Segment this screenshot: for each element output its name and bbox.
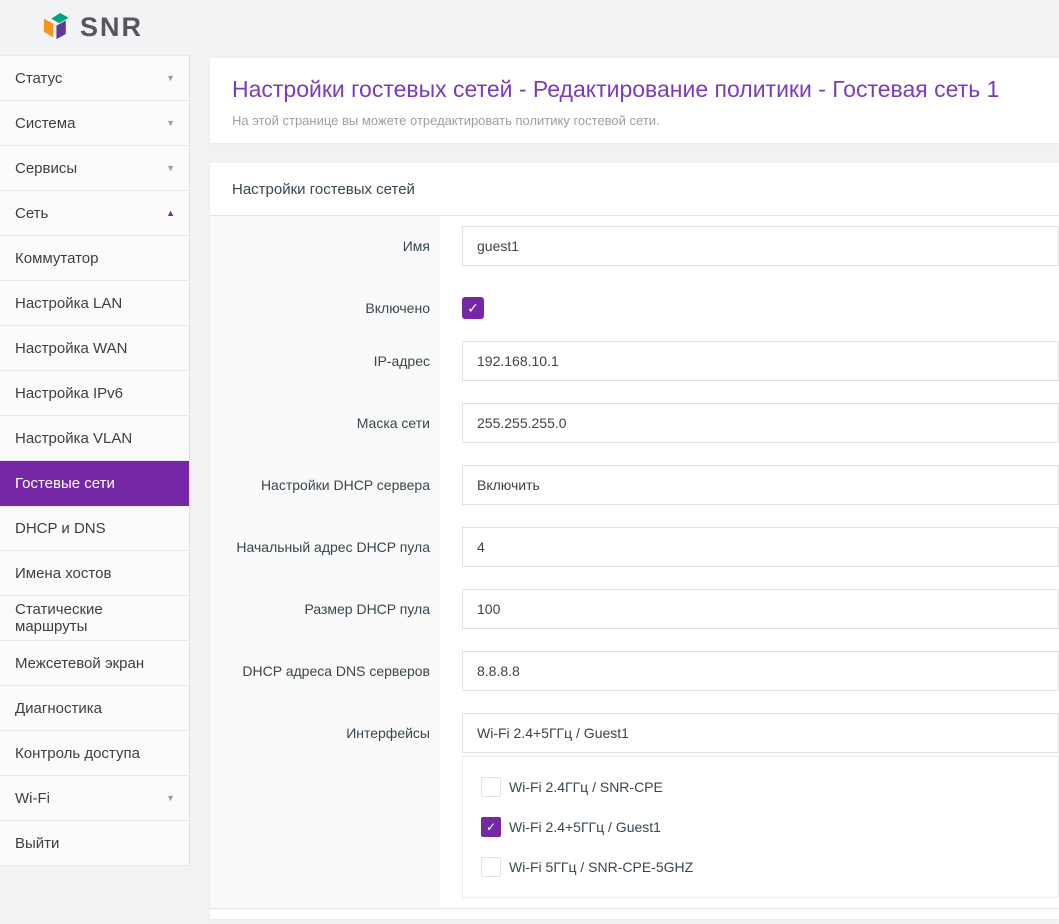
sidebar-item-label: Система — [15, 115, 160, 132]
brand-logo: SNR — [42, 12, 143, 43]
netmask-label: Маска сети — [357, 403, 440, 465]
chevron-down-icon: ▼ — [160, 163, 175, 173]
main-content: Настройки гостевых сетей - Редактировани… — [190, 55, 1059, 924]
interfaces-label: Интерфейсы — [346, 713, 440, 898]
sidebar-item-label: Коммутатор — [15, 250, 175, 267]
sidebar-item-label: Настройка WAN — [15, 340, 175, 357]
dhcp-dns-input[interactable] — [462, 651, 1059, 691]
check-icon: ✓ — [486, 820, 496, 834]
form-section-title: Настройки гостевых сетей — [210, 163, 1059, 216]
sidebar-item-label: Сервисы — [15, 160, 160, 177]
interface-option-wifi-24[interactable]: Wi-Fi 2.4ГГц / SNR-CPE — [481, 777, 1040, 797]
checkbox-checked-icon[interactable]: ✓ — [481, 817, 501, 837]
sidebar-item-hostnames[interactable]: Имена хостов — [0, 551, 189, 596]
sidebar-item-wan[interactable]: Настройка WAN — [0, 326, 189, 371]
sidebar-item-vlan[interactable]: Настройка VLAN — [0, 416, 189, 461]
dhcp-server-select[interactable] — [462, 465, 1059, 505]
ip-address-label: IP-адрес — [374, 341, 440, 403]
interface-option-wifi-5[interactable]: Wi-Fi 5ГГц / SNR-CPE-5GHZ — [481, 857, 1040, 877]
topbar: SNR — [0, 0, 1059, 55]
guest-network-form-card: Настройки гостевых сетей Имя Включено — [210, 163, 1059, 919]
chevron-up-icon: ▲ — [160, 208, 175, 218]
checkbox-unchecked-icon[interactable] — [481, 857, 501, 877]
page-layout: Статус ▼ Система ▼ Сервисы ▼ Сеть ▲ Комм… — [0, 55, 1059, 924]
enabled-checkbox[interactable]: ✓ — [462, 297, 484, 319]
sidebar-item-static-routes[interactable]: Статические маршруты — [0, 596, 189, 641]
enabled-label: Включено — [365, 288, 440, 341]
sidebar-item-system[interactable]: Система ▼ — [0, 101, 189, 146]
form-body: Имя Включено ✓ — [210, 216, 1059, 909]
name-input[interactable] — [462, 226, 1059, 266]
sidebar-item-lan[interactable]: Настройка LAN — [0, 281, 189, 326]
sidebar-item-label: Контроль доступа — [15, 745, 175, 762]
form-row-interfaces: Интерфейсы Wi-Fi 2.4ГГц / SNR-CPE ✓ — [210, 713, 1059, 898]
dhcp-pool-size-input[interactable] — [462, 589, 1059, 629]
sidebar-item-network[interactable]: Сеть ▲ — [0, 191, 189, 236]
form-row-netmask: Маска сети — [210, 403, 1059, 465]
interface-option-label: Wi-Fi 2.4ГГц / SNR-CPE — [509, 779, 663, 795]
sidebar-item-logout[interactable]: Выйти — [0, 821, 189, 866]
page-subtitle: На этой странице вы можете отредактирова… — [232, 113, 1037, 129]
chevron-down-icon: ▼ — [160, 793, 175, 803]
sidebar-menu: Статус ▼ Система ▼ Сервисы ▼ Сеть ▲ Комм… — [0, 55, 190, 866]
sidebar-item-guest-networks[interactable]: Гостевые сети — [0, 461, 189, 506]
sidebar-item-label: Статические маршруты — [15, 601, 175, 635]
sidebar-item-label: Статус — [15, 70, 160, 87]
form-row-dhcp-pool-start: Начальный адрес DHCP пула — [210, 527, 1059, 589]
sidebar-item-label: Межсетевой экран — [15, 655, 175, 672]
netmask-input[interactable] — [462, 403, 1059, 443]
dhcp-server-label: Настройки DHCP сервера — [261, 465, 440, 527]
sidebar-item-label: Настройка LAN — [15, 295, 175, 312]
dhcp-pool-start-label: Начальный адрес DHCP пула — [236, 527, 440, 589]
form-row-ip-address: IP-адрес — [210, 341, 1059, 403]
form-row-name: Имя — [210, 226, 1059, 288]
check-icon: ✓ — [467, 300, 479, 317]
sidebar-item-diagnostics[interactable]: Диагностика — [0, 686, 189, 731]
interfaces-input[interactable] — [462, 713, 1059, 753]
interface-option-label: Wi-Fi 2.4+5ГГц / Guest1 — [509, 819, 661, 835]
form-row-enabled: Включено ✓ — [210, 288, 1059, 341]
sidebar-item-label: Настройка VLAN — [15, 430, 175, 447]
page-header-card: Настройки гостевых сетей - Редактировани… — [210, 58, 1059, 143]
snr-cube-icon — [42, 12, 70, 43]
sidebar-item-label: Диагностика — [15, 700, 175, 717]
sidebar-item-status[interactable]: Статус ▼ — [0, 56, 189, 101]
dhcp-pool-size-label: Размер DHCP пула — [304, 589, 440, 651]
sidebar-item-label: Wi-Fi — [15, 790, 160, 807]
sidebar-item-label: Сеть — [15, 205, 160, 222]
sidebar-item-label: Имена хостов — [15, 565, 175, 582]
sidebar-item-services[interactable]: Сервисы ▼ — [0, 146, 189, 191]
interface-option-label: Wi-Fi 5ГГц / SNR-CPE-5GHZ — [509, 859, 693, 875]
sidebar-item-wifi[interactable]: Wi-Fi ▼ — [0, 776, 189, 821]
sidebar-item-firewall[interactable]: Межсетевой экран — [0, 641, 189, 686]
form-row-dhcp-dns: DHCP адреса DNS серверов — [210, 651, 1059, 713]
interface-option-wifi-24-5-guest1[interactable]: ✓ Wi-Fi 2.4+5ГГц / Guest1 — [481, 817, 1040, 837]
form-row-dhcp-pool-size: Размер DHCP пула — [210, 589, 1059, 651]
sidebar-item-label: Настройка IPv6 — [15, 385, 175, 402]
chevron-down-icon: ▼ — [160, 118, 175, 128]
sidebar-item-dhcp-dns[interactable]: DHCP и DNS — [0, 506, 189, 551]
chevron-down-icon: ▼ — [160, 73, 175, 83]
sidebar-item-ipv6[interactable]: Настройка IPv6 — [0, 371, 189, 416]
ip-address-input[interactable] — [462, 341, 1059, 381]
sidebar-item-label: DHCP и DNS — [15, 520, 175, 537]
sidebar-item-access-control[interactable]: Контроль доступа — [0, 731, 189, 776]
interfaces-options-box: Wi-Fi 2.4ГГц / SNR-CPE ✓ Wi-Fi 2.4+5ГГц … — [462, 756, 1059, 898]
checkbox-unchecked-icon[interactable] — [481, 777, 501, 797]
sidebar-item-switch[interactable]: Коммутатор — [0, 236, 189, 281]
sidebar: Статус ▼ Система ▼ Сервисы ▼ Сеть ▲ Комм… — [0, 55, 190, 924]
page-title: Настройки гостевых сетей - Редактировани… — [232, 74, 1037, 104]
sidebar-item-label: Гостевые сети — [15, 475, 175, 492]
brand-name: SNR — [80, 14, 143, 41]
name-label: Имя — [403, 226, 440, 288]
dhcp-dns-label: DHCP адреса DNS серверов — [242, 651, 440, 713]
form-row-dhcp-server: Настройки DHCP сервера — [210, 465, 1059, 527]
dhcp-pool-start-input[interactable] — [462, 527, 1059, 567]
sidebar-item-label: Выйти — [15, 835, 175, 852]
